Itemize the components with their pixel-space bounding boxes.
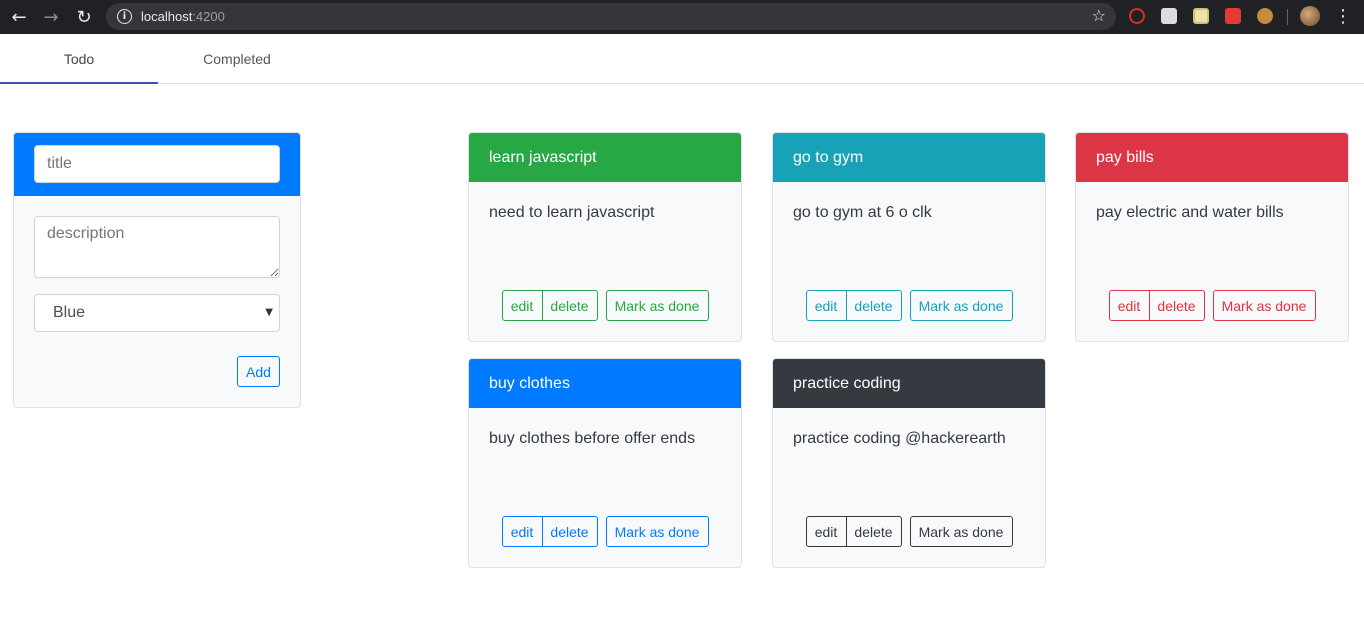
todo-description: practice coding @hackerearth: [793, 430, 1006, 447]
mark-done-button[interactable]: Mark as done: [605, 516, 709, 547]
delete-button[interactable]: delete: [541, 516, 598, 547]
tab-bar: Todo Completed: [0, 34, 1364, 84]
color-select-value: Blue: [53, 304, 86, 321]
extension-cube-icon[interactable]: [1161, 8, 1177, 24]
todo-card: go to gym go to gym at 6 o clk edit dele…: [772, 132, 1046, 342]
new-todo-form: Blue ▼ Add: [13, 132, 301, 408]
todo-card: buy clothes buy clothes before offer end…: [468, 358, 742, 568]
tab-todo[interactable]: Todo: [0, 34, 158, 84]
tab-completed[interactable]: Completed: [158, 34, 316, 83]
todo-card: practice coding practice coding @hackere…: [772, 358, 1046, 568]
todo-actions: edit delete Mark as done: [1076, 290, 1348, 321]
todo-title: learn javascript: [469, 133, 741, 182]
add-row: Add: [34, 356, 280, 387]
delete-button[interactable]: delete: [845, 290, 902, 321]
delete-button[interactable]: delete: [1148, 290, 1205, 321]
edit-delete-group: edit delete: [501, 516, 598, 547]
edit-button[interactable]: edit: [501, 290, 543, 321]
mark-done-button[interactable]: Mark as done: [1212, 290, 1316, 321]
todo-description: go to gym at 6 o clk: [793, 204, 932, 221]
edit-delete-group: edit delete: [805, 290, 902, 321]
edit-delete-group: edit delete: [805, 516, 902, 547]
delete-button[interactable]: delete: [845, 516, 902, 547]
form-body: Blue ▼ Add: [14, 196, 300, 407]
todo-title-text: buy clothes: [489, 374, 570, 392]
info-icon[interactable]: i: [117, 9, 132, 24]
browser-toolbar: ← → ↻ i localhost:4200 ☆ ⋮: [0, 0, 1364, 34]
url-host: localhost: [141, 9, 193, 24]
browser-menu-icon[interactable]: ⋮: [1334, 5, 1352, 29]
todo-description: pay electric and water bills: [1096, 204, 1284, 221]
todo-actions: edit delete Mark as done: [773, 516, 1045, 547]
add-button[interactable]: Add: [237, 356, 280, 387]
todo-actions: edit delete Mark as done: [773, 290, 1045, 321]
todo-actions: edit delete Mark as done: [469, 516, 741, 547]
todo-title-text: learn javascript: [489, 148, 597, 166]
edit-button[interactable]: edit: [1108, 290, 1150, 321]
chevron-down-icon: ▼: [265, 307, 273, 318]
edit-button[interactable]: edit: [805, 290, 847, 321]
profile-avatar[interactable]: [1300, 6, 1320, 26]
url-text[interactable]: localhost:4200: [141, 9, 225, 24]
reload-icon[interactable]: ↻: [72, 5, 96, 29]
address-bar[interactable]: i localhost:4200 ☆: [106, 3, 1116, 30]
todo-card: learn javascript need to learn javascrip…: [468, 132, 742, 342]
bookmark-star-icon[interactable]: ☆: [1092, 6, 1106, 25]
todo-card: pay bills pay electric and water bills e…: [1075, 132, 1349, 342]
forward-icon[interactable]: →: [39, 5, 63, 29]
todo-title: go to gym: [773, 133, 1045, 182]
description-input[interactable]: [34, 216, 280, 278]
todo-title-text: go to gym: [793, 148, 864, 166]
edit-delete-group: edit delete: [501, 290, 598, 321]
mark-done-button[interactable]: Mark as done: [605, 290, 709, 321]
extension-note-icon[interactable]: [1193, 8, 1209, 24]
delete-button[interactable]: delete: [541, 290, 598, 321]
toolbar-divider: [1287, 9, 1288, 25]
todo-title: buy clothes: [469, 359, 741, 408]
todo-description: need to learn javascript: [489, 204, 655, 221]
todo-description: buy clothes before offer ends: [489, 430, 696, 447]
edit-button[interactable]: edit: [501, 516, 543, 547]
mark-done-button[interactable]: Mark as done: [909, 290, 1013, 321]
todo-title: pay bills: [1076, 133, 1348, 182]
todo-title-text: practice coding: [793, 374, 901, 392]
extension-block-icon[interactable]: [1129, 8, 1145, 24]
extension-red-icon[interactable]: [1225, 8, 1241, 24]
todo-title-text: pay bills: [1096, 148, 1154, 166]
title-input[interactable]: [34, 145, 280, 183]
color-select[interactable]: Blue ▼: [34, 294, 280, 332]
extension-cookie-icon[interactable]: [1257, 8, 1273, 24]
url-port: :4200: [192, 9, 225, 24]
edit-delete-group: edit delete: [1108, 290, 1205, 321]
back-icon[interactable]: ←: [7, 5, 31, 29]
mark-done-button[interactable]: Mark as done: [909, 516, 1013, 547]
todo-actions: edit delete Mark as done: [469, 290, 741, 321]
form-header: [14, 133, 300, 196]
todo-title: practice coding: [773, 359, 1045, 408]
edit-button[interactable]: edit: [805, 516, 847, 547]
